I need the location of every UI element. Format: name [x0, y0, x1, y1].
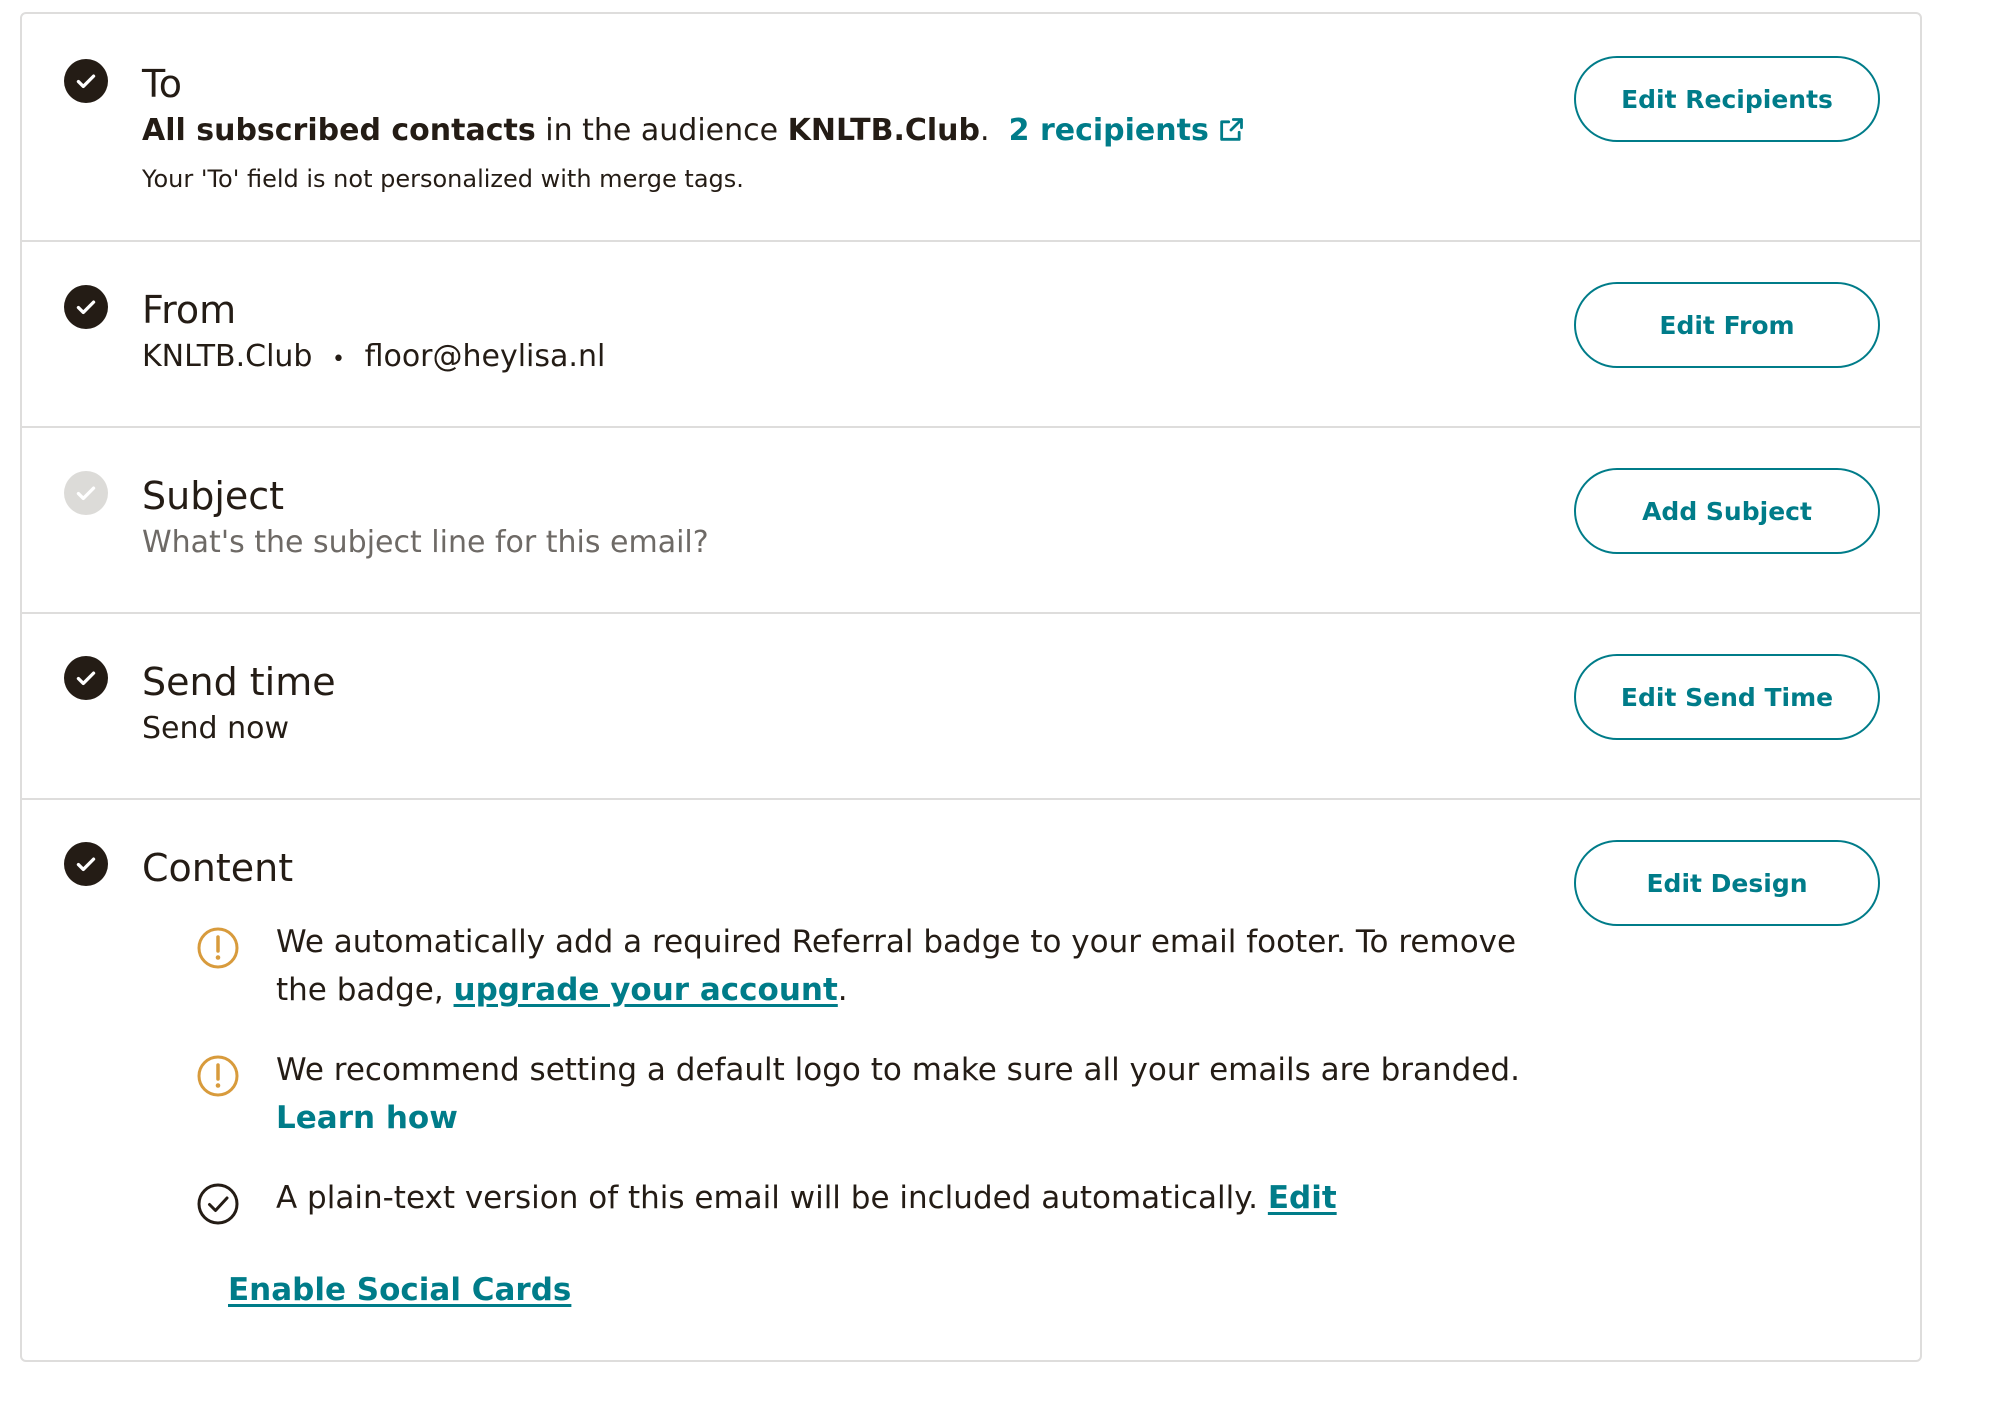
subject-title: Subject [142, 474, 285, 518]
to-merge-note: Your 'To' field is not personalized with… [142, 165, 744, 193]
from-separator: • [332, 347, 346, 372]
content-title: Content [142, 846, 294, 890]
edit-plain-text-link[interactable]: Edit [1268, 1180, 1337, 1216]
to-suffix: . [980, 113, 990, 148]
default-logo-note: We recommend setting a default logo to m… [276, 1046, 1536, 1142]
logo-note-text: We recommend setting a default logo to m… [276, 1052, 1520, 1088]
edit-recipients-button[interactable]: Edit Recipients [1574, 56, 1880, 142]
subject-section: Subject What's the subject line for this… [22, 428, 1920, 612]
subject-placeholder: What's the subject line for this email? [142, 525, 709, 560]
warning-icon [197, 1055, 239, 1097]
from-email: floor@heylisa.nl [364, 339, 606, 374]
campaign-checklist-card: To All subscribed contacts in the audien… [20, 12, 1922, 1362]
check-complete-icon [64, 59, 108, 103]
from-name: KNLTB.Club [142, 339, 313, 374]
referral-note-end: . [837, 972, 848, 1008]
check-complete-icon [64, 842, 108, 886]
to-title: To [142, 62, 183, 106]
edit-design-button[interactable]: Edit Design [1574, 840, 1880, 926]
send-time-value: Send now [142, 711, 289, 746]
learn-how-link[interactable]: Learn how [276, 1100, 458, 1136]
send-time-section: Send time Send now Edit Send Time [22, 614, 1920, 798]
add-subject-button[interactable]: Add Subject [1574, 468, 1880, 554]
send-time-title: Send time [142, 660, 336, 704]
to-segment: All subscribed contacts [142, 113, 536, 148]
recipients-link-label: 2 recipients [1008, 113, 1209, 148]
plain-text-note: A plain-text version of this email will … [276, 1174, 1536, 1222]
check-circle-icon [197, 1183, 239, 1225]
edit-send-time-button[interactable]: Edit Send Time [1574, 654, 1880, 740]
check-complete-icon [64, 656, 108, 700]
check-pending-icon [64, 471, 108, 515]
from-section: From KNLTB.Club • floor@heylisa.nl Edit … [22, 242, 1920, 426]
enable-social-cards-link[interactable]: Enable Social Cards [228, 1266, 571, 1314]
to-middle-text: in the audience [535, 113, 788, 148]
content-section: Content Edit Design We automatically add… [22, 800, 1920, 1360]
to-description: All subscribed contacts in the audience … [142, 112, 1245, 150]
referral-badge-note: We automatically add a required Referral… [276, 918, 1536, 1014]
upgrade-account-link[interactable]: upgrade your account [454, 972, 838, 1008]
to-audience: KNLTB.Club [787, 113, 981, 148]
recipients-link[interactable]: 2 recipients [1009, 113, 1245, 148]
from-title: From [142, 288, 237, 332]
from-details: KNLTB.Club • floor@heylisa.nl [142, 338, 605, 379]
warning-icon [197, 927, 239, 969]
to-section: To All subscribed contacts in the audien… [22, 14, 1920, 240]
plain-text-note-text: A plain-text version of this email will … [276, 1180, 1268, 1216]
check-complete-icon [64, 285, 108, 329]
edit-from-button[interactable]: Edit From [1574, 282, 1880, 368]
external-link-icon [1220, 118, 1243, 141]
